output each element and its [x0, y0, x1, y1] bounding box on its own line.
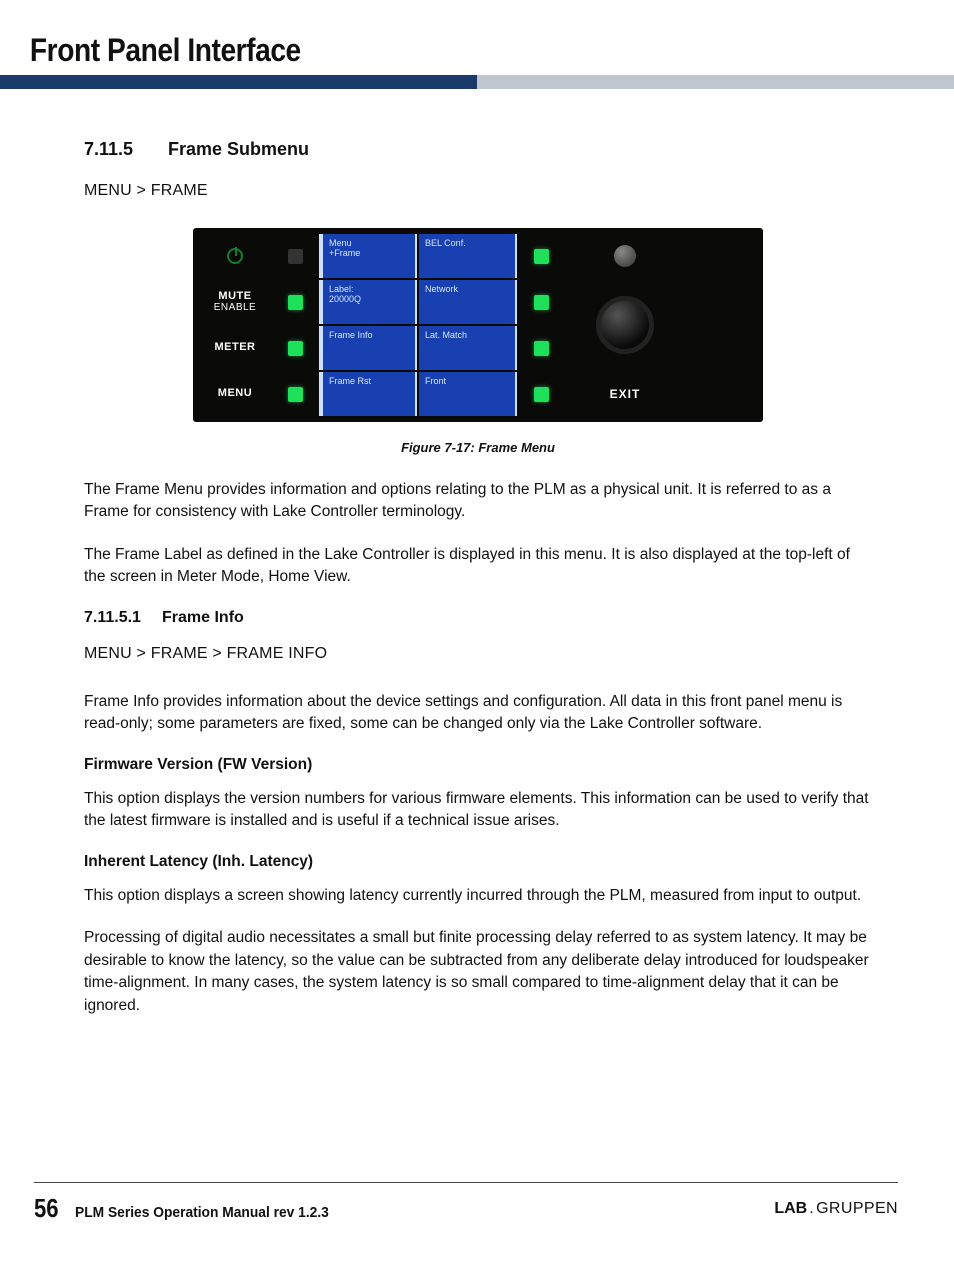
heading-text: Frame Submenu — [168, 139, 309, 159]
page-content: 7.11.5Frame Submenu MENU > FRAME Menu +F… — [0, 89, 954, 1017]
power-icon — [227, 248, 243, 264]
brand-dot: . — [809, 1200, 814, 1218]
mute-enable-button[interactable]: MUTE ENABLE — [199, 280, 271, 324]
accent-grey — [477, 75, 954, 89]
heading-7-11-5: 7.11.5Frame Submenu — [84, 139, 872, 160]
breadcrumb-frame-info: MENU > FRAME > FRAME INFO — [84, 645, 872, 663]
para-frame-menu-1: The Frame Menu provides information and … — [84, 479, 872, 524]
screen-line1: Label: — [329, 284, 354, 294]
led-icon — [534, 295, 549, 310]
round-button[interactable] — [565, 234, 685, 278]
led-b1 — [519, 234, 563, 278]
led-icon — [534, 387, 549, 402]
para-frame-menu-2: The Frame Label as defined in the Lake C… — [84, 544, 872, 589]
screen-cell-label[interactable]: Label: 20000Q — [319, 280, 417, 324]
page-number: 56 — [34, 1193, 59, 1224]
breadcrumb: MENU > FRAME — [84, 182, 872, 200]
para-frame-info: Frame Info provides information about th… — [84, 691, 872, 736]
led-icon — [534, 249, 549, 264]
led-b4 — [519, 372, 563, 416]
led-a4 — [273, 372, 317, 416]
led-b2 — [519, 280, 563, 324]
screen-cell-bel-conf[interactable]: BEL Conf. — [419, 234, 517, 278]
rotary-encoder[interactable] — [565, 280, 685, 370]
screen-cell-frame-info[interactable]: Frame Info — [319, 326, 417, 370]
screen-cell-lat-match[interactable]: Lat. Match — [419, 326, 517, 370]
screen-line1: Front — [425, 376, 446, 386]
menu-button[interactable]: MENU — [199, 372, 271, 416]
brand-lab: LAB — [774, 1200, 807, 1218]
led-a2 — [273, 280, 317, 324]
screen-line1: Network — [425, 284, 458, 294]
heading-text: Frame Info — [162, 609, 244, 626]
led-icon — [288, 249, 303, 264]
heading-7-11-5-1: 7.11.5.1Frame Info — [84, 609, 872, 627]
screen-line1: Frame Rst — [329, 376, 371, 386]
led-a3 — [273, 326, 317, 370]
heading-firmware-version: Firmware Version (FW Version) — [84, 756, 872, 774]
dial-icon — [596, 296, 654, 354]
label-sub: ENABLE — [214, 303, 256, 314]
screen-line2: +Frame — [329, 248, 360, 258]
circle-icon — [614, 245, 636, 267]
led-icon — [288, 387, 303, 402]
power-button-cell[interactable] — [199, 234, 271, 278]
meter-button[interactable]: METER — [199, 326, 271, 370]
heading-inherent-latency: Inherent Latency (Inh. Latency) — [84, 853, 872, 871]
page-footer: 56 PLM Series Operation Manual rev 1.2.3… — [34, 1182, 898, 1224]
label-main: MUTE — [218, 291, 251, 303]
led-b3 — [519, 326, 563, 370]
footer-left: 56 PLM Series Operation Manual rev 1.2.3 — [34, 1193, 351, 1224]
heading-number: 7.11.5.1 — [84, 609, 162, 627]
heading-number: 7.11.5 — [84, 139, 168, 160]
screen-line1: Lat. Match — [425, 330, 467, 340]
brand-logo: LAB.GRUPPEN — [774, 1200, 898, 1218]
screen-line1: Menu — [329, 238, 352, 248]
screen-line1: Frame Info — [329, 330, 373, 340]
led-a1 — [273, 234, 317, 278]
screen-line2: 20000Q — [329, 294, 361, 304]
para-firmware-version: This option displays the version numbers… — [84, 788, 872, 833]
brand-gruppen: GRUPPEN — [816, 1200, 898, 1218]
screen-cell-frame-rst[interactable]: Frame Rst — [319, 372, 417, 416]
screen-cell-network[interactable]: Network — [419, 280, 517, 324]
exit-button[interactable]: EXIT — [565, 372, 685, 416]
label-main: METER — [215, 342, 256, 354]
screen-line1: BEL Conf. — [425, 238, 466, 248]
para-inh-latency-1: This option displays a screen showing la… — [84, 885, 872, 907]
led-icon — [288, 295, 303, 310]
screen-cell-front[interactable]: Front — [419, 372, 517, 416]
screen-cell-menu-frame[interactable]: Menu +Frame — [319, 234, 417, 278]
led-icon — [534, 341, 549, 356]
para-inh-latency-2: Processing of digital audio necessitates… — [84, 927, 872, 1017]
header-accent-bar — [0, 75, 954, 89]
figure-caption: Figure 7-17: Frame Menu — [84, 440, 872, 455]
figure-7-17: Menu +Frame BEL Conf. MUTE ENABLE Label:… — [84, 228, 872, 422]
front-panel: Menu +Frame BEL Conf. MUTE ENABLE Label:… — [193, 228, 763, 422]
page-title: Front Panel Interface — [0, 0, 840, 75]
accent-navy — [0, 75, 477, 89]
led-icon — [288, 341, 303, 356]
footer-text: PLM Series Operation Manual rev 1.2.3 — [75, 1204, 329, 1221]
label-main: MENU — [218, 388, 252, 400]
